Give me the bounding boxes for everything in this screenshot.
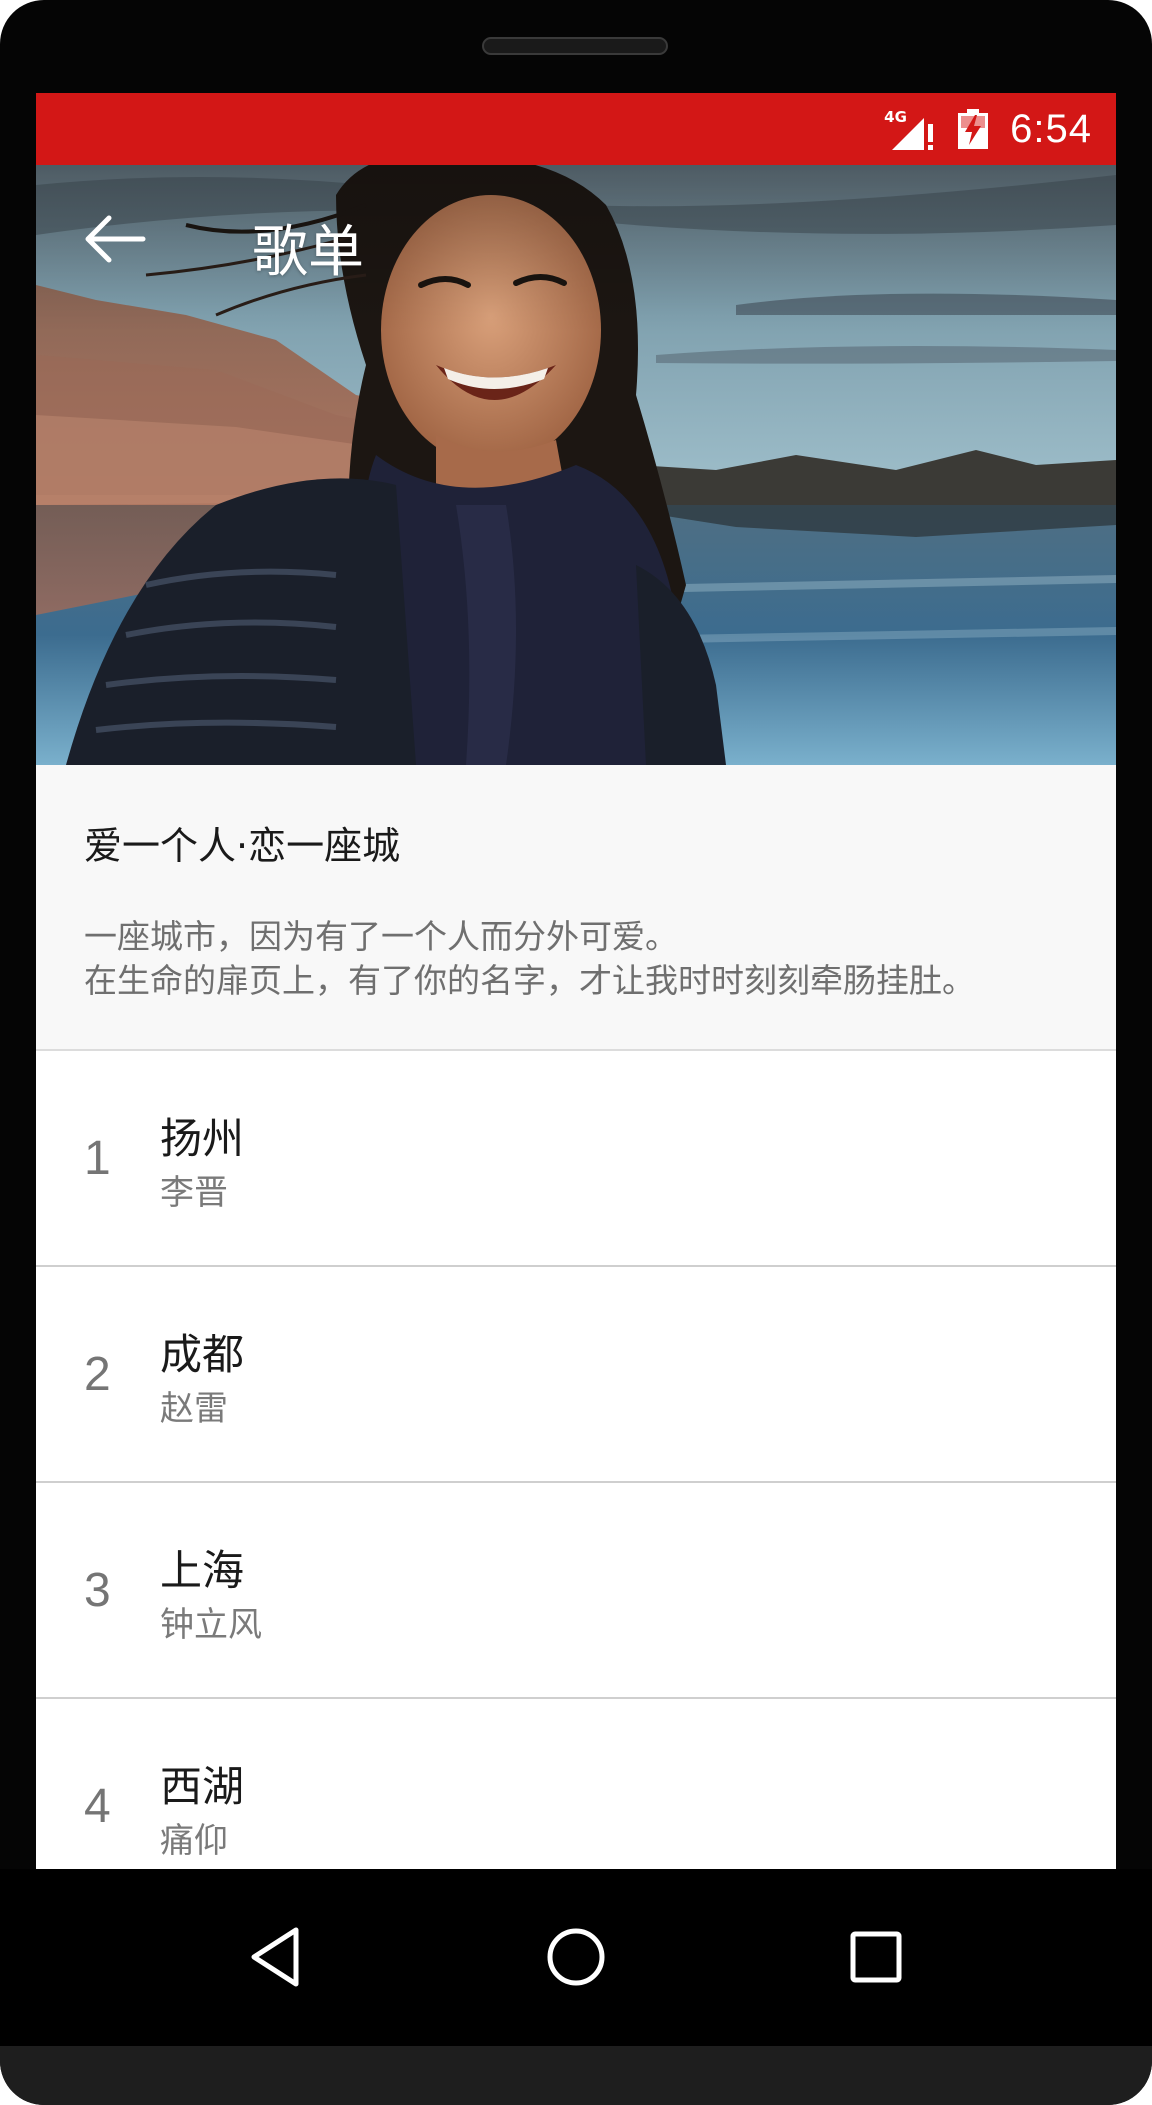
playlist-title: 爱一个人·恋一座城 [84, 824, 401, 868]
nav-back-button[interactable] [236, 1917, 316, 1997]
toolbar-title: 歌单 [252, 220, 364, 285]
arrow-back-icon [85, 215, 146, 263]
back-button[interactable] [82, 211, 148, 267]
song-list: 1 扬州 李晋 2 成都 赵雷 3 上海 钟立风 4 西湖 痛仰 [36, 1051, 1116, 1869]
song-item[interactable]: 1 扬州 李晋 [36, 1051, 1116, 1267]
song-index: 1 [84, 1132, 111, 1185]
phone-bottom-bezel [0, 2046, 1152, 2105]
song-artist: 痛仰 [160, 1821, 228, 1861]
nav-home-button[interactable] [536, 1917, 616, 1997]
recents-square-icon [850, 1931, 902, 1983]
song-title: 成都 [160, 1330, 245, 1379]
earpiece-speaker [482, 37, 668, 55]
playlist-description: 一座城市，因为有了一个人而分外可爱。 在生命的扉页上，有了你的名字，才让我时时刻… [84, 915, 975, 1003]
song-title: 西湖 [160, 1762, 245, 1811]
song-index: 4 [84, 1780, 111, 1833]
back-triangle-icon [251, 1927, 299, 1987]
playlist-description-card: 爱一个人·恋一座城 一座城市，因为有了一个人而分外可爱。 在生命的扉页上，有了你… [36, 765, 1116, 1051]
phone-frame: 4G 6:54 歌单 爱一个人·恋一座城 一座城市，因为有了一个人而分外可爱。 … [0, 0, 1152, 2105]
app-toolbar: 歌单 [36, 165, 1116, 333]
song-index: 2 [84, 1348, 111, 1401]
home-circle-icon [547, 1928, 605, 1986]
song-title: 扬州 [160, 1114, 245, 1163]
status-icons: 4G 6:54 [884, 93, 1092, 165]
status-clock: 6:54 [1010, 106, 1092, 151]
song-item[interactable]: 2 成都 赵雷 [36, 1267, 1116, 1483]
song-item[interactable]: 4 西湖 痛仰 [36, 1699, 1116, 1869]
song-index: 3 [84, 1564, 111, 1617]
description-line: 在生命的扉页上，有了你的名字，才让我时时刻刻牵肠挂肚。 [84, 961, 975, 1000]
song-title: 上海 [160, 1546, 245, 1595]
nav-recents-button[interactable] [836, 1917, 916, 1997]
battery-charging-icon [958, 109, 989, 149]
status-bar: 4G 6:54 [36, 93, 1116, 165]
system-navigation-bar [0, 1869, 1152, 2046]
signal-icon: 4G [884, 106, 940, 152]
song-artist: 赵雷 [160, 1389, 228, 1429]
song-item[interactable]: 3 上海 钟立风 [36, 1483, 1116, 1699]
app-screen: 4G 6:54 歌单 爱一个人·恋一座城 一座城市，因为有了一个人而分外可爱。 … [36, 93, 1116, 1869]
song-artist: 李晋 [160, 1173, 228, 1213]
song-artist: 钟立风 [160, 1605, 262, 1645]
description-line: 一座城市，因为有了一个人而分外可爱。 [84, 917, 678, 956]
